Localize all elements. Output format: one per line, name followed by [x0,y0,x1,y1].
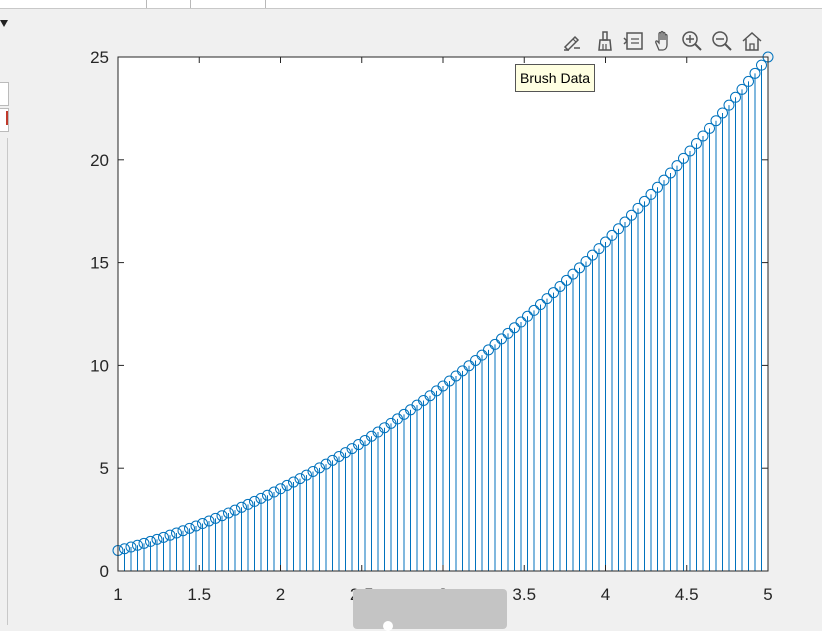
brush-data-tooltip: Brush Data [515,64,596,92]
x-tick-label: 4 [601,585,610,604]
x-tick-label: 5 [763,585,772,604]
x-tick-label: 3.5 [512,585,536,604]
scroll-grip-icon[interactable] [383,621,393,631]
scroll-thumb[interactable] [353,589,507,631]
y-tick-label: 10 [90,356,109,375]
pan-icon[interactable] [651,28,675,54]
stem-chart[interactable]: 11.522.533.544.550510152025 [0,0,822,625]
y-tick-label: 5 [100,459,109,478]
x-tick-label: 1.5 [187,585,211,604]
x-tick-label: 2 [276,585,285,604]
zoom-out-icon[interactable] [710,28,734,54]
y-tick-label: 15 [90,254,109,273]
brush-icon[interactable] [593,28,617,54]
data-tips-icon[interactable] [622,28,646,54]
x-tick-label: 1 [113,585,122,604]
restore-view-icon[interactable] [740,28,764,54]
x-tick-label: 4.5 [675,585,699,604]
y-tick-label: 20 [90,151,109,170]
y-tick-label: 25 [90,48,109,67]
y-tick-label: 0 [100,562,109,581]
edit-plot-icon[interactable] [560,28,584,54]
zoom-in-icon[interactable] [680,28,704,54]
